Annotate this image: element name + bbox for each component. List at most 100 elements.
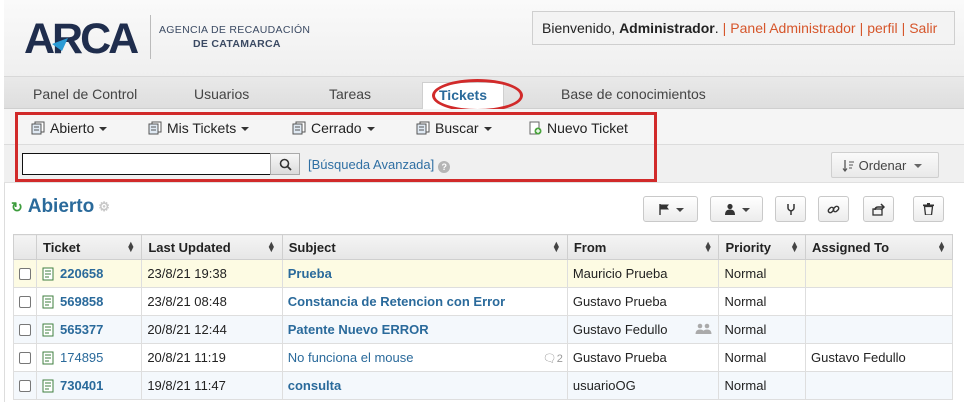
logout-link[interactable]: Salir: [909, 20, 937, 36]
ticket-number-link[interactable]: 220658: [42, 266, 136, 281]
column-header-label: Last Updated: [148, 239, 231, 255]
search-icon: [279, 158, 292, 171]
chevron-down-icon: [366, 127, 375, 131]
table-row[interactable]: 730401 19/8/21 11:47 consulta usuarioOG …: [13, 371, 953, 400]
share-icon: [872, 202, 885, 216]
priority-cell: Normal: [718, 371, 807, 400]
logo-line-2: DE CATAMARCA: [193, 38, 281, 50]
new-ticket-button[interactable]: Nuevo Ticket: [528, 120, 628, 136]
subject-link[interactable]: Patente Nuevo ERROR: [288, 322, 429, 337]
search-button[interactable]: [270, 153, 300, 175]
transfer-button[interactable]: [863, 196, 894, 222]
admin-panel-link[interactable]: Panel Administrador: [730, 20, 855, 36]
last-updated-cell: 19/8/21 11:47: [141, 371, 283, 400]
table-row[interactable]: 220658 23/8/21 19:38 Prueba Mauricio Pru…: [13, 259, 953, 288]
ticket-number-link[interactable]: 565377: [42, 322, 136, 337]
table-header-row: Ticket ▲ ▼ Last Updated ▲ ▼ Subject ▲ ▼ From ▲ ▼…: [13, 234, 953, 260]
column-header-last-updated[interactable]: Last Updated ▲ ▼: [141, 234, 283, 260]
flag-button[interactable]: [643, 196, 698, 222]
chevron-down-icon: [675, 208, 684, 212]
logo-text: AGENCIA DE RECAUDACIÓN DE CATAMARCA: [159, 23, 310, 51]
ticket-icon: [42, 323, 54, 336]
my-tickets-menu[interactable]: Mis Tickets: [148, 120, 250, 136]
tab-tareas[interactable]: Tareas: [329, 86, 371, 102]
sort-dropdown[interactable]: Ordenar: [831, 152, 939, 178]
subject-link[interactable]: Constancia de Retencion con Error: [288, 294, 505, 309]
closed-tickets-menu[interactable]: Cerrado: [292, 120, 375, 136]
subject-link[interactable]: No funciona el mouse: [288, 350, 414, 365]
tickets-table: Ticket ▲ ▼ Last Updated ▲ ▼ Subject ▲ ▼ From ▲ ▼…: [13, 234, 953, 400]
from-name: Gustavo Fedullo: [572, 322, 668, 337]
main-nav-tabs: Panel de Control Usuarios Tareas Tickets…: [4, 77, 964, 109]
open-tickets-label: Abierto: [50, 120, 95, 136]
flag-icon: [658, 204, 669, 215]
table-row[interactable]: 565377 20/8/21 12:44 Patente Nuevo ERROR…: [13, 315, 953, 344]
welcome-box: Bienvenido, Administrador. | Panel Admin…: [532, 11, 955, 45]
tab-tickets[interactable]: Tickets: [422, 82, 504, 109]
collaborators-icon: [695, 323, 712, 334]
row-checkbox[interactable]: [19, 323, 31, 336]
assigned-cell: Gustavo Fedullo: [805, 343, 953, 372]
tab-base-de-conocimientos[interactable]: Base de conocimientos: [561, 86, 706, 102]
search-input[interactable]: [22, 153, 271, 175]
priority-cell: Normal: [718, 315, 807, 344]
column-header-priority[interactable]: Priority ▲ ▼: [718, 234, 807, 260]
arca-logo-mark: ARCA: [24, 15, 141, 59]
sort-arrows-icon: ▲ ▼: [266, 239, 276, 254]
link-button[interactable]: [818, 196, 849, 222]
profile-link[interactable]: perfil: [867, 20, 897, 36]
tab-panel-de-control[interactable]: Panel de Control: [33, 86, 137, 102]
column-header-from[interactable]: From ▲ ▼: [566, 234, 720, 260]
sort-arrows-icon: ▲ ▼: [703, 239, 713, 254]
column-header-label: Ticket: [43, 239, 81, 255]
tickets-icon: [416, 121, 430, 135]
from-cell: Gustavo Fedullo: [566, 315, 720, 344]
pipe-separator: |: [901, 20, 906, 36]
pipe-separator: |: [722, 20, 727, 36]
pipe-separator: |: [859, 20, 864, 36]
ticket-number-link[interactable]: 174895: [42, 350, 136, 365]
row-checkbox[interactable]: [19, 351, 31, 364]
page-title-text[interactable]: Abierto: [28, 196, 95, 218]
link-icon: [827, 205, 840, 213]
search-menu[interactable]: Buscar: [416, 120, 492, 136]
sort-arrows-icon: ▲ ▼: [551, 239, 561, 254]
tab-usuarios[interactable]: Usuarios: [194, 86, 249, 102]
open-tickets-menu[interactable]: Abierto: [31, 120, 108, 136]
row-checkbox[interactable]: [19, 379, 31, 392]
subject-link[interactable]: Prueba: [288, 266, 332, 281]
column-header-assigned-to[interactable]: Assigned To ▲ ▼: [805, 234, 953, 260]
search-menu-label: Buscar: [435, 120, 479, 136]
column-header-ticket[interactable]: Ticket ▲ ▼: [35, 234, 143, 260]
logo[interactable]: ARCA AGENCIA DE RECAUDACIÓN DE CATAMARCA: [24, 15, 310, 59]
merge-button[interactable]: [775, 196, 806, 222]
from-cell: Mauricio Prueba: [566, 259, 720, 288]
priority-cell: Normal: [718, 259, 807, 288]
assigned-cell: [805, 371, 953, 400]
delete-button[interactable]: [913, 196, 944, 222]
last-updated-cell: 23/8/21 19:38: [141, 259, 283, 288]
sort-label: Ordenar: [858, 157, 907, 173]
refresh-icon[interactable]: ↻: [11, 199, 23, 216]
logo-line-1: AGENCIA DE RECAUDACIÓN: [159, 24, 311, 36]
subject-link[interactable]: consulta: [288, 378, 341, 393]
help-icon[interactable]: ?: [438, 161, 451, 173]
ticket-number-link[interactable]: 730401: [42, 378, 136, 393]
priority-cell: Normal: [718, 343, 807, 372]
new-ticket-label: Nuevo Ticket: [547, 120, 628, 136]
column-header-subject[interactable]: Subject ▲ ▼: [281, 234, 568, 260]
tickets-toolbar: Abierto Mis Tickets Cerrado Buscar Nuevo…: [4, 109, 964, 145]
ticket-number-link[interactable]: 569858: [42, 294, 136, 309]
assign-button[interactable]: [710, 196, 763, 222]
table-row[interactable]: 174895 20/8/21 11:19 No funciona el mous…: [13, 343, 953, 372]
thread-count: 🗨2: [543, 352, 563, 365]
advanced-search-label: [Búsqueda Avanzada]: [308, 157, 435, 172]
row-checkbox[interactable]: [19, 295, 31, 308]
row-checkbox[interactable]: [19, 267, 31, 280]
from-cell: usuarioOG: [566, 371, 720, 400]
advanced-search-link[interactable]: [Búsqueda Avanzada]?: [308, 157, 451, 173]
gear-icon[interactable]: ⚙: [98, 199, 110, 215]
sort-arrows-icon: ▲ ▼: [937, 239, 946, 254]
sort-icon: [842, 159, 854, 172]
table-row[interactable]: 569858 23/8/21 08:48 Constancia de Reten…: [13, 287, 953, 316]
